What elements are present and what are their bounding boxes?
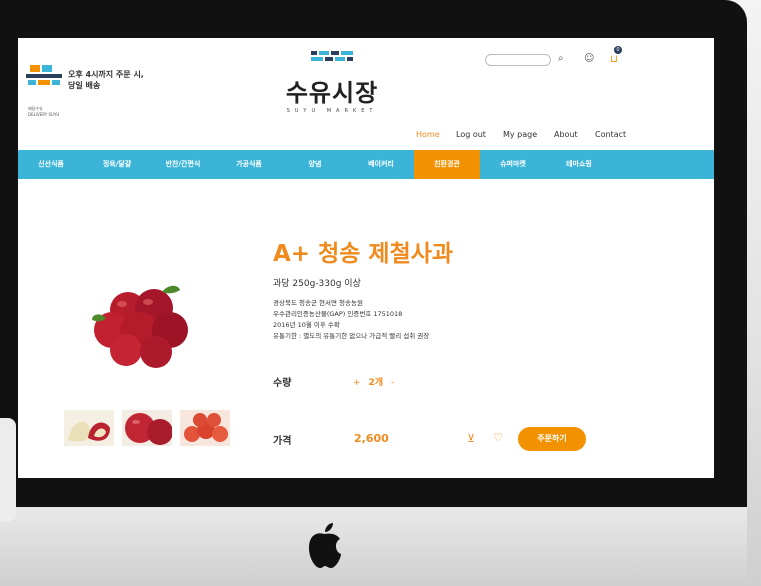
promo-line-1: 오후 4시까지 주문 시, xyxy=(68,70,144,79)
user-icon[interactable]: ☺ xyxy=(584,53,594,64)
site-logo[interactable]: 수유시장 SUYU MARKET xyxy=(276,50,388,114)
heart-icon[interactable]: ♡ xyxy=(493,431,503,444)
quantity-value: 2개 xyxy=(368,378,384,388)
website-screen: 오후 4시까지 주문 시, 당일 배송 배달수유 DELIVERY SUYU 수… xyxy=(18,38,714,478)
product-expiry: 유통기한 : 별도의 유통기한 없으나 가급적 빨리 섭취 권장 xyxy=(273,332,430,340)
order-button[interactable]: 주문하기 xyxy=(518,427,586,451)
category-bakery[interactable]: 베이커리 xyxy=(348,150,414,179)
price-label: 가격 xyxy=(273,436,292,447)
quantity-label: 수량 xyxy=(273,378,292,389)
product-weight: 과당 250g-330g 이상 xyxy=(273,279,361,289)
category-bar: 신선식품 정육/달걀 반찬/간편식 가공식품 양념 베이커리 친환경관 슈퍼마켓… xyxy=(18,150,714,179)
product-harvest: 2016년 10월 이후 수확 xyxy=(273,321,340,329)
cart-icon[interactable]: ⊔ xyxy=(610,54,618,65)
search-input[interactable] xyxy=(485,54,551,66)
category-eco-friendly[interactable]: 친환경관 xyxy=(414,150,480,179)
apple-logo-icon xyxy=(309,523,341,568)
logo-blocks-icon xyxy=(311,51,353,61)
thumbnail-apple-pile[interactable] xyxy=(180,410,230,446)
nav-contact[interactable]: Contact xyxy=(595,130,626,139)
logo-text: 수유시장 xyxy=(285,79,379,107)
category-processed-food[interactable]: 가공식품 xyxy=(216,150,282,179)
delivery-truck-icon xyxy=(26,65,62,85)
thumbnail-apple-slices[interactable] xyxy=(64,410,114,446)
thumbnail-apple-closeup[interactable] xyxy=(122,410,172,446)
same-day-delivery-promo: 오후 4시까지 주문 시, 당일 배송 xyxy=(26,65,144,91)
delivery-badge: 배달수유 DELIVERY SUYU xyxy=(28,106,59,118)
add-cart-icon[interactable]: ⊻ xyxy=(467,432,475,445)
price-value: 2,600 xyxy=(354,432,389,445)
promo-line-2: 당일 배송 xyxy=(68,81,101,90)
product-image-apples xyxy=(92,285,188,368)
category-seasoning[interactable]: 양념 xyxy=(282,150,348,179)
category-meat-eggs[interactable]: 정육/달걀 xyxy=(84,150,150,179)
product-details: 경상북도 청송군 현서면 청송농원 우수관리인증농산물(GAP) 인증번호 17… xyxy=(273,298,429,342)
category-supermarket[interactable]: 슈퍼마켓 xyxy=(480,150,546,179)
product-origin: 경상북도 청송군 현서면 청송농원 xyxy=(273,299,363,307)
search-icon[interactable]: ⌕ xyxy=(558,53,564,64)
cart-count-badge: 0 xyxy=(614,46,622,54)
quantity-decrease-button[interactable]: - xyxy=(391,378,394,388)
quantity-stepper: +2개 - xyxy=(353,375,394,388)
nav-home[interactable]: Home xyxy=(416,130,440,139)
quantity-increase-button[interactable]: + xyxy=(353,378,361,388)
product-certification: 우수관리인증농산물(GAP) 인증번호 1751018 xyxy=(273,310,403,318)
logo-subtext: SUYU MARKET xyxy=(286,108,378,114)
product-title: A+ 청송 제철사과 xyxy=(273,241,454,267)
monitor-chin xyxy=(0,507,747,586)
left-device-edge xyxy=(0,418,16,522)
delivery-badge-english: DELIVERY SUYU xyxy=(28,112,60,117)
category-side-dishes[interactable]: 반찬/간편식 xyxy=(150,150,216,179)
nav-logout[interactable]: Log out xyxy=(456,130,486,139)
category-theme-shopping[interactable]: 테마쇼핑 xyxy=(546,150,612,179)
nav-mypage[interactable]: My page xyxy=(503,130,537,139)
category-fresh-food[interactable]: 신선식품 xyxy=(18,150,84,179)
nav-about[interactable]: About xyxy=(554,130,578,139)
